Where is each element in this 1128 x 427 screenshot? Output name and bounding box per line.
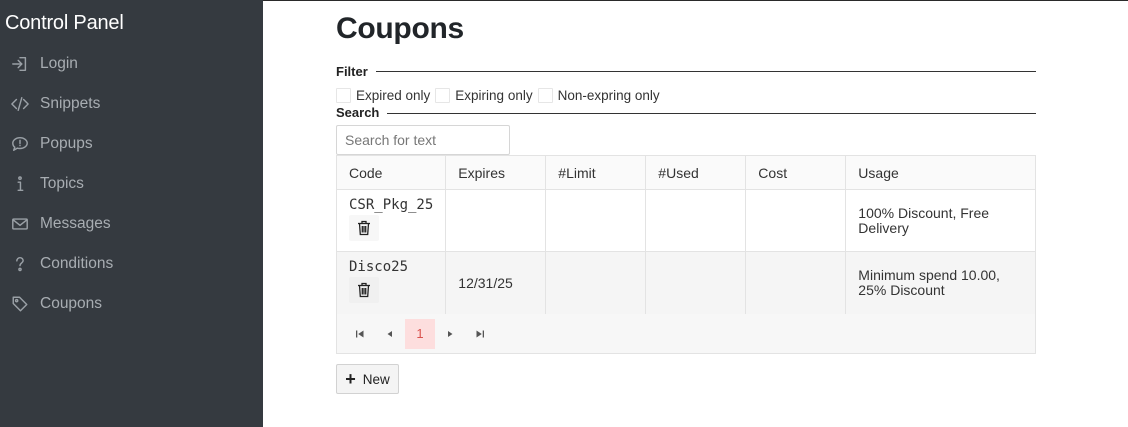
cell-limit	[545, 251, 647, 315]
filter-non-expiring-only[interactable]: Non-expring only	[537, 87, 660, 103]
sidebar-item-label: Snippets	[40, 95, 101, 112]
tag-icon	[10, 294, 30, 314]
sidebar-item-messages[interactable]: Messages	[10, 212, 111, 236]
delete-button[interactable]	[349, 277, 379, 303]
last-page-icon	[476, 330, 484, 337]
sidebar-item-label: Topics	[40, 175, 84, 192]
column-header-expires[interactable]: Expires	[445, 155, 547, 190]
expiring-only-checkbox[interactable]	[435, 87, 451, 103]
code-icon	[10, 94, 30, 114]
new-button-label: New	[362, 371, 390, 387]
column-header-usage[interactable]: Usage	[845, 155, 1036, 190]
sidebar-item-conditions[interactable]: Conditions	[10, 252, 113, 276]
checkbox-label: Expired only	[356, 87, 431, 103]
next-page-icon	[448, 330, 453, 337]
brand-title: Control Panel	[5, 12, 124, 34]
search-legend: Search	[336, 105, 388, 120]
cell-cost	[745, 251, 847, 315]
sidebar-item-snippets[interactable]: Snippets	[10, 92, 100, 116]
column-header-limit[interactable]: #Limit	[545, 155, 647, 190]
sidebar-item-label: Messages	[40, 215, 111, 232]
cell-expires: 12/31/25	[445, 251, 547, 315]
page-number-current[interactable]: 1	[405, 318, 435, 349]
table-row[interactable]: CSR_Pkg_25 100% Discount, Free Delivery	[335, 189, 1036, 252]
first-page-icon	[356, 330, 364, 337]
search-divider	[336, 113, 1036, 114]
cell-used	[645, 251, 747, 315]
speech-bubble-icon	[10, 134, 30, 154]
question-icon	[10, 254, 30, 274]
filter-options: Expired only Expiring only Non-expring o…	[336, 86, 665, 104]
login-icon	[10, 54, 30, 74]
app-root: Control Panel Login Snippets Popups Topi…	[0, 0, 1128, 427]
coupons-table: Code Expires #Limit #Used Cost Usage CSR…	[335, 155, 1036, 315]
last-page-button[interactable]	[465, 319, 495, 349]
delete-button[interactable]	[349, 214, 379, 241]
filter-expiring-only[interactable]: Expiring only	[435, 87, 533, 103]
new-coupon-button[interactable]: + New	[336, 364, 399, 394]
next-page-button[interactable]	[435, 319, 465, 349]
cell-limit	[545, 189, 647, 252]
trash-icon	[358, 220, 370, 235]
non-expiring-only-checkbox[interactable]	[537, 87, 553, 103]
pagination: 1	[336, 314, 1036, 354]
coupon-code: CSR_Pkg_25	[349, 196, 434, 213]
trash-icon	[358, 282, 370, 298]
cell-expires	[445, 189, 547, 252]
table-row[interactable]: Disco25 12/31/25 Minimum spend 10.00, 25…	[335, 251, 1036, 315]
filter-divider	[336, 71, 1036, 72]
filter-expired-only[interactable]: Expired only	[336, 87, 431, 103]
checkbox-label: Non-expring only	[557, 87, 660, 103]
sidebar-item-label: Login	[40, 55, 78, 72]
column-header-cost[interactable]: Cost	[745, 155, 847, 190]
sidebar-item-label: Conditions	[40, 255, 114, 272]
page-title: Coupons	[336, 12, 464, 45]
table-header-row: Code Expires #Limit #Used Cost Usage	[335, 155, 1036, 190]
coupon-code: Disco25	[349, 259, 409, 275]
envelope-icon	[10, 214, 30, 234]
search-input[interactable]	[336, 125, 510, 155]
sidebar-item-login[interactable]: Login	[10, 52, 78, 76]
previous-page-button[interactable]	[375, 319, 405, 349]
checkbox-label: Expiring only	[455, 87, 533, 103]
sidebar: Control Panel Login Snippets Popups Topi…	[0, 0, 263, 427]
cell-code: Disco25	[335, 251, 447, 315]
sidebar-item-label: Popups	[40, 135, 93, 152]
plus-icon: +	[345, 369, 356, 389]
previous-page-icon	[387, 330, 392, 337]
column-header-used[interactable]: #Used	[645, 155, 747, 190]
cell-used	[645, 189, 747, 252]
first-page-button[interactable]	[345, 319, 375, 349]
cell-usage: 100% Discount, Free Delivery	[845, 189, 1036, 252]
cell-cost	[745, 189, 847, 252]
cell-usage: Minimum spend 10.00, 25% Discount	[845, 251, 1036, 315]
sidebar-item-topics[interactable]: Topics	[10, 172, 84, 196]
column-header-code[interactable]: Code	[335, 155, 447, 190]
filter-legend: Filter	[336, 64, 376, 79]
expired-only-checkbox[interactable]	[336, 87, 351, 103]
top-border	[263, 0, 1128, 1]
info-icon	[10, 174, 30, 194]
sidebar-item-coupons[interactable]: Coupons	[10, 292, 102, 316]
sidebar-item-label: Coupons	[40, 295, 103, 312]
sidebar-item-popups[interactable]: Popups	[10, 132, 93, 156]
cell-code: CSR_Pkg_25	[335, 189, 447, 252]
